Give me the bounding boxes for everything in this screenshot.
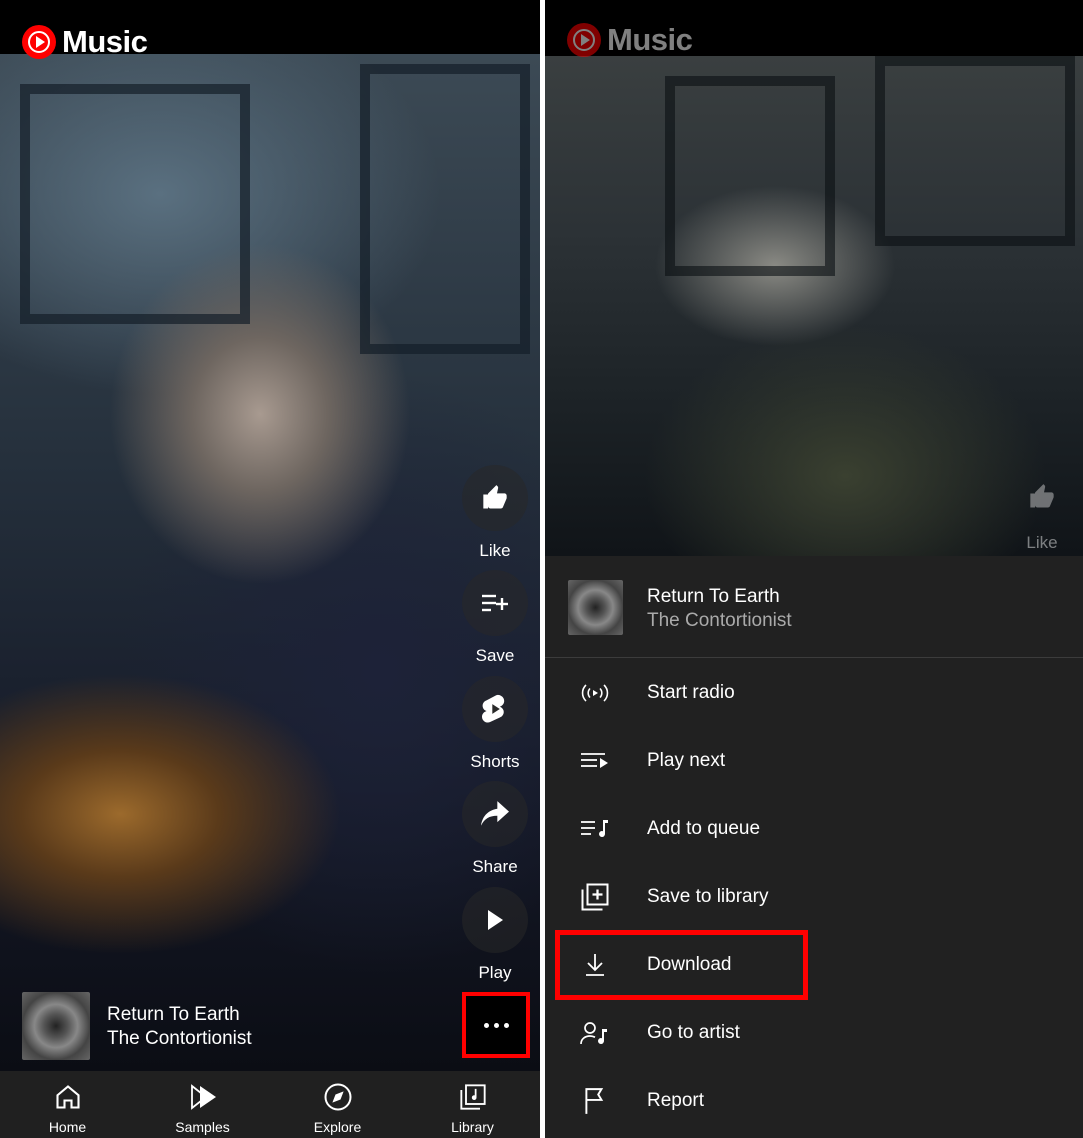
album-art <box>568 580 623 635</box>
thumbs-up-icon <box>483 485 507 509</box>
youtube-music-logo[interactable]: Music <box>22 24 148 60</box>
like-button[interactable]: Like <box>462 465 528 561</box>
right-screen: Music Like Return To Earth The Contortio… <box>545 0 1083 1138</box>
more-horizontal-icon <box>483 1022 509 1028</box>
left-screen: Music Like Save Shorts Share Play Return… <box>0 0 540 1138</box>
playlist-add-icon <box>482 594 508 612</box>
play-next-icon <box>575 745 615 777</box>
music-video-dimmed <box>545 56 1083 556</box>
download-highlight <box>555 930 808 1000</box>
top-bar: Music <box>545 0 1083 58</box>
music-video[interactable] <box>0 54 540 1071</box>
bottom-navigation: Home Samples Explore Library <box>0 1071 540 1138</box>
youtube-music-logo: Music <box>567 22 693 58</box>
top-bar: Music <box>0 0 540 59</box>
nav-explore[interactable]: Explore <box>270 1071 405 1138</box>
shorts-icon <box>482 694 505 723</box>
youtube-music-logo-icon <box>22 25 56 59</box>
more-options-button[interactable] <box>462 992 530 1058</box>
play-icon <box>488 910 503 930</box>
save-to-library-icon <box>575 881 615 913</box>
add-to-queue-icon <box>575 813 615 845</box>
home-icon <box>52 1081 84 1113</box>
artist-icon <box>575 1017 615 1049</box>
logo-text: Music <box>62 24 148 59</box>
library-icon <box>457 1081 489 1113</box>
track-title: Return To Earth <box>107 1004 240 1025</box>
share-icon <box>481 801 509 826</box>
shorts-button[interactable]: Shorts <box>462 676 528 772</box>
share-button[interactable]: Share <box>462 781 528 877</box>
menu-item-report[interactable]: Report <box>545 1067 1083 1135</box>
window-frame <box>20 84 250 324</box>
nav-samples[interactable]: Samples <box>135 1071 270 1138</box>
track-title: Return To Earth <box>647 586 780 607</box>
album-art <box>22 992 90 1060</box>
options-menu-sheet: Return To Earth The Contortionist Start … <box>545 556 1083 1138</box>
save-button[interactable]: Save <box>462 570 528 666</box>
samples-icon <box>187 1081 219 1113</box>
menu-item-add-to-queue[interactable]: Add to queue <box>545 795 1083 863</box>
logo-text: Music <box>607 22 693 57</box>
youtube-music-logo-icon <box>567 23 601 57</box>
menu-item-go-to-artist[interactable]: Go to artist <box>545 999 1083 1067</box>
now-playing-bar[interactable]: Return To Earth The Contortionist <box>0 990 540 1070</box>
window-frame <box>665 76 835 276</box>
menu-item-start-radio[interactable]: Start radio <box>545 659 1083 727</box>
track-artist: The Contortionist <box>107 1028 252 1049</box>
flag-icon <box>575 1085 615 1117</box>
window-frame <box>360 64 530 354</box>
play-button[interactable]: Play <box>462 887 528 983</box>
thumbs-up-icon <box>1030 484 1054 508</box>
menu-item-save-to-library[interactable]: Save to library <box>545 863 1083 931</box>
like-button-dimmed: Like <box>1009 465 1075 553</box>
nav-home[interactable]: Home <box>0 1071 135 1138</box>
nav-library[interactable]: Library <box>405 1071 540 1138</box>
radio-icon <box>575 677 615 709</box>
track-artist: The Contortionist <box>647 610 792 631</box>
compass-icon <box>322 1081 354 1113</box>
menu-item-play-next[interactable]: Play next <box>545 727 1083 795</box>
window-frame <box>875 56 1075 246</box>
sheet-header: Return To Earth The Contortionist <box>545 556 1083 658</box>
